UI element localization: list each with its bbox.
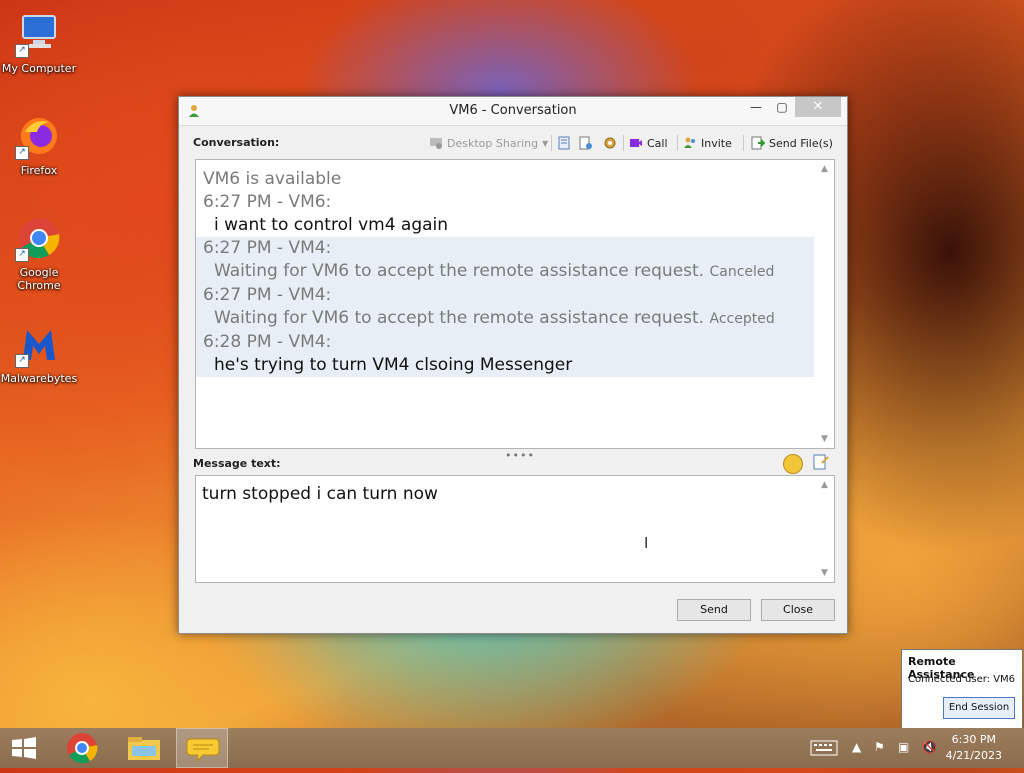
chevron-down-icon: ▼ <box>542 138 549 148</box>
close-window-button[interactable]: ✕ <box>795 97 841 117</box>
keyboard-icon[interactable] <box>810 740 838 759</box>
desktop-sharing-button[interactable]: Desktop Sharing ▼ <box>429 133 548 153</box>
connected-user: Connected user: VM6 <box>908 674 1016 685</box>
toolbar-separator <box>623 135 624 151</box>
system-clock[interactable]: 6:30 PM 4/21/2023 <box>946 732 1002 764</box>
status-badge: Accepted <box>709 311 775 327</box>
send-files-button[interactable]: Send File(s) <box>751 133 833 153</box>
message-item: 6:27 PM - VM6: i want to control vm4 aga… <box>202 191 814 237</box>
desktop-icon-firefox[interactable]: ↗ Firefox <box>0 112 78 177</box>
scroll-up-icon[interactable]: ▲ <box>821 164 828 174</box>
message-input[interactable]: turn stopped i can turn now I ▲ ▼ <box>195 475 835 583</box>
taskbar-messenger[interactable] <box>176 728 228 768</box>
toolbar-separator <box>551 135 552 151</box>
taskbar-file-explorer[interactable] <box>118 728 170 768</box>
desktop-icon-label: Google Chrome <box>17 266 61 292</box>
whiteboard-icon[interactable] <box>557 136 571 150</box>
chrome-icon: ↗ <box>15 214 63 262</box>
toolbar-separator <box>743 135 744 151</box>
message-scrollbar[interactable]: ▲ ▼ <box>818 478 832 580</box>
scroll-down-icon[interactable]: ▼ <box>821 434 828 444</box>
message-body: Waiting for VM6 to accept the remote ass… <box>214 261 705 281</box>
invite-button[interactable]: Invite <box>683 133 732 153</box>
close-button[interactable]: Close <box>761 599 835 621</box>
conversation-window: VM6 - Conversation — ▢ ✕ Conversation: D… <box>178 96 848 634</box>
invite-users-icon <box>683 136 697 150</box>
network-icon[interactable]: ▣ <box>898 740 909 754</box>
message-item: 6:27 PM - VM4: Waiting for VM6 to accept… <box>196 237 814 377</box>
clock-time: 6:30 PM <box>951 733 996 746</box>
send-button[interactable]: Send <box>677 599 751 621</box>
message-header: 6:28 PM - VM4: <box>203 332 332 352</box>
malwarebytes-icon: ↗ <box>15 320 63 368</box>
toolbar-separator <box>677 135 678 151</box>
scroll-down-icon[interactable]: ▼ <box>821 568 828 578</box>
conversation-toolbar: Conversation: Desktop Sharing ▼ Call Inv… <box>193 133 833 153</box>
message-body: i want to control vm4 again <box>214 215 449 235</box>
folder-icon <box>128 737 160 760</box>
chat-bubble-icon <box>186 738 220 763</box>
note-icon[interactable] <box>813 453 829 471</box>
call-label: Call <box>647 136 668 150</box>
text-cursor-icon: I <box>644 534 649 552</box>
message-body: Waiting for VM6 to accept the remote ass… <box>214 308 705 328</box>
remote-assistance-panel: Remote Assistance Connected user: VM6 En… <box>901 649 1023 729</box>
conversation-history[interactable]: VM6 is available 6:27 PM - VM6: i want t… <box>195 159 835 449</box>
status-message: VM6 is available <box>203 169 342 189</box>
send-file-icon <box>751 136 766 150</box>
desktop-icon-malwarebytes[interactable]: ↗ Malwarebytes <box>0 320 78 385</box>
desktop-icon-my-computer[interactable]: ↗ My Computer <box>0 10 78 75</box>
settings-icon[interactable] <box>603 136 617 150</box>
start-button[interactable] <box>0 728 48 768</box>
file-transfer-icon[interactable] <box>579 136 593 150</box>
desktop-icon-label: My Computer <box>1 62 77 75</box>
action-center-flag-icon[interactable]: ⚑ <box>874 740 885 754</box>
status-badge: Canceled <box>709 264 775 280</box>
invite-label: Invite <box>701 136 732 150</box>
minimize-button[interactable]: — <box>743 97 769 117</box>
chrome-icon <box>67 733 98 764</box>
volume-muted-icon[interactable]: 🔇 <box>922 740 937 754</box>
message-body: he's trying to turn VM4 clsoing Messenge… <box>214 355 573 375</box>
desktop-sharing-icon <box>429 136 443 150</box>
taskbar: ▲ ⚑ ▣ 🔇 6:30 PM 4/21/2023 <box>0 728 1024 768</box>
emoticon-icon[interactable] <box>783 454 803 474</box>
message-header: 6:27 PM - VM4: <box>203 285 332 305</box>
message-text-label: Message text: <box>193 457 281 470</box>
desktop-sharing-label: Desktop Sharing <box>447 136 539 150</box>
scroll-up-icon[interactable]: ▲ <box>821 480 828 490</box>
conversation-scrollbar[interactable]: ▲ ▼ <box>818 162 832 446</box>
clock-date: 4/21/2023 <box>945 749 1002 762</box>
firefox-icon: ↗ <box>15 112 63 160</box>
end-session-button[interactable]: End Session <box>943 697 1015 719</box>
conversation-label: Conversation: <box>193 136 280 149</box>
message-header: 6:27 PM - VM6: <box>203 192 332 212</box>
call-button[interactable]: Call <box>629 133 668 153</box>
desktop-icon-label: Firefox <box>20 164 58 177</box>
send-files-label: Send File(s) <box>769 136 833 150</box>
show-hidden-icons-icon[interactable]: ▲ <box>852 740 861 754</box>
video-camera-icon <box>629 136 643 150</box>
computer-icon: ↗ <box>15 10 63 58</box>
title-bar[interactable]: VM6 - Conversation — ▢ ✕ <box>179 97 847 126</box>
message-input-text: turn stopped i can turn now <box>202 484 438 504</box>
windows-icon <box>12 737 36 759</box>
maximize-button[interactable]: ▢ <box>769 97 795 117</box>
taskbar-chrome[interactable] <box>56 728 108 768</box>
message-header: 6:27 PM - VM4: <box>203 238 332 258</box>
desktop-icon-chrome[interactable]: ↗ Google Chrome <box>0 214 78 292</box>
desktop-icon-label: Malwarebytes <box>0 372 78 385</box>
splitter-grip[interactable]: •••• <box>505 449 535 462</box>
